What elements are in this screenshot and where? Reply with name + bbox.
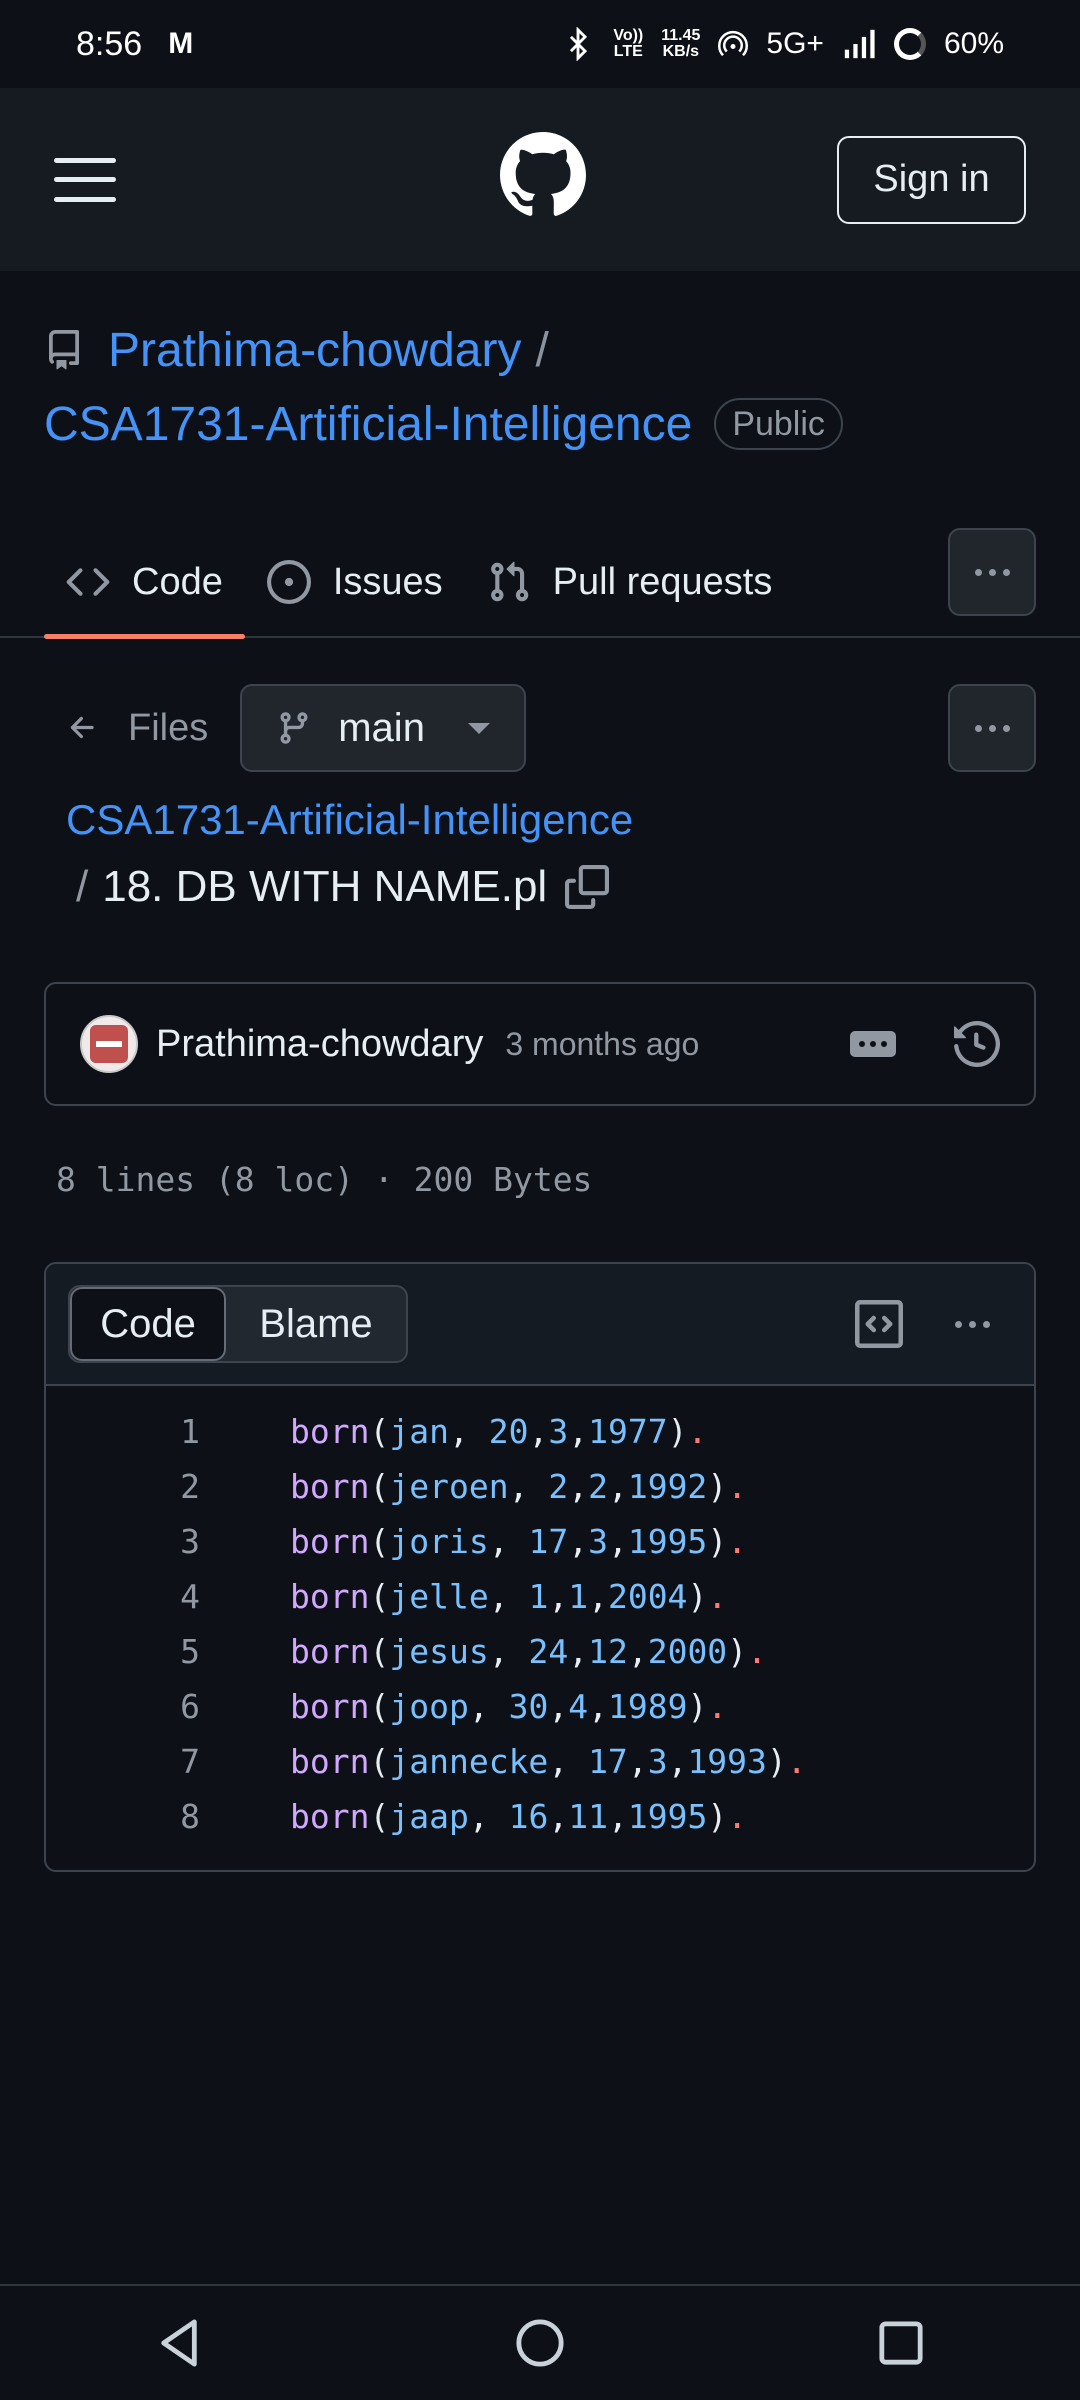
commit-author-link[interactable]: Prathima-chowdary [156,1023,483,1066]
breadcrumb-repo-link[interactable]: CSA1731-Artificial-Intelligence [66,796,633,844]
hamburger-icon[interactable] [54,157,116,202]
github-logo-icon[interactable] [500,132,586,218]
repo-owner-link[interactable]: Prathima-chowdary [108,323,521,378]
file-code-icon[interactable] [855,1300,903,1348]
file-meta: 8 lines (8 loc) · 200 Bytes [56,1160,593,1199]
battery-icon [893,28,926,60]
code-line: 3 born(joris, 17,3,1995). [46,1514,1034,1569]
repo-title: Prathima-chowdary / CSA1731-Artificial-I… [44,318,1044,456]
code-line: 4 born(jelle, 1,1,2004). [46,1569,1034,1624]
blame-view-button[interactable]: Blame [226,1287,406,1361]
code-line: 2 born(jeroen, 2,2,1992). [46,1459,1034,1514]
line-number[interactable]: 8 [46,1797,200,1836]
breadcrumb-file-name: 18. DB WITH NAME.pl [102,862,548,911]
repo-tabs: Code Issues Pull requests [0,527,1080,639]
battery-percent: 60% [943,27,1004,60]
branch-name: main [338,705,425,750]
signal-icon [844,29,875,59]
tab-code-label: Code [132,560,223,603]
system-nav-bar [0,2284,1080,2400]
repo-icon [48,330,79,370]
sign-in-button[interactable]: Sign in [837,135,1026,224]
arrow-left-icon [70,716,94,739]
copy-icon[interactable] [565,865,610,909]
tab-pull-requests-label: Pull requests [552,560,773,603]
back-icon[interactable] [156,2318,202,2368]
code-body: 1 born(jan, 20,3,1977). 2 born(jeroen, 2… [46,1386,1034,1844]
branch-selector[interactable]: main [240,684,527,772]
repo-separator: / [535,323,549,377]
breadcrumb: CSA1731-Artificial-Intelligence / 18. DB… [66,796,633,912]
file-actions-more-button[interactable] [948,684,1036,772]
code-line: 1 born(jan, 20,3,1977). [46,1404,1034,1459]
recents-icon[interactable] [878,2320,924,2366]
code-icon [66,568,110,596]
line-number[interactable]: 2 [46,1467,200,1506]
code-line: 5 born(jesus, 24,12,2000). [46,1624,1034,1679]
files-label: Files [128,706,209,749]
network-speed: 11.45 KB/s [661,27,701,60]
line-number[interactable]: 6 [46,1687,200,1726]
code-viewer: Code Blame 1 born(jan, 20,3,1977). 2 bor… [44,1262,1036,1872]
code-line: 7 born(jannecke, 17,3,1993). [46,1734,1034,1789]
files-back-button[interactable]: Files [44,684,230,772]
line-number[interactable]: 5 [46,1632,200,1671]
code-line: 8 born(jaap, 16,11,1995). [46,1789,1034,1844]
tab-issues-label: Issues [332,560,443,603]
line-number[interactable]: 3 [46,1522,200,1561]
visibility-badge: Public [714,398,843,450]
code-view-button[interactable]: Code [70,1287,226,1361]
code-line: 6 born(joop, 30,4,1989). [46,1679,1034,1734]
status-time: 8:56 [76,24,143,63]
chevron-down-icon [468,722,491,734]
issue-opened-icon [266,560,311,604]
code-viewer-header: Code Blame [46,1264,1034,1386]
commit-message-expand-button[interactable] [850,1031,896,1057]
line-number[interactable]: 7 [46,1742,200,1781]
latest-commit: Prathima-chowdary 3 months ago [44,982,1036,1106]
line-number[interactable]: 4 [46,1577,200,1616]
avatar[interactable] [80,1015,138,1073]
view-toggle: Code Blame [68,1285,408,1363]
code-more-button[interactable] [955,1320,990,1328]
git-branch-icon [280,712,308,744]
hotspot-icon [718,30,749,57]
carrier-icon: M [168,27,193,60]
breadcrumb-separator: / [76,862,89,911]
home-icon[interactable] [515,2318,565,2368]
tabs-more-button[interactable] [948,528,1036,616]
tab-code[interactable]: Code [44,527,245,639]
status-bar: 8:56 M Vo)) LTE 11.45 KB/s 5G+ 60% [0,0,1080,88]
line-number[interactable]: 1 [46,1412,200,1451]
tab-issues[interactable]: Issues [245,527,465,637]
tab-pull-requests[interactable]: Pull requests [465,527,795,637]
repo-name-link[interactable]: CSA1731-Artificial-Intelligence [44,397,692,452]
volte-indicator: Vo)) LTE [613,27,644,60]
bluetooth-icon [570,27,588,61]
history-icon[interactable] [954,1021,1000,1067]
network-type: 5G+ [766,27,824,60]
files-toolbar: Files main [44,684,1036,772]
git-pull-request-icon [490,561,528,602]
commit-time: 3 months ago [505,1025,700,1062]
app-header: Sign in [0,88,1080,271]
